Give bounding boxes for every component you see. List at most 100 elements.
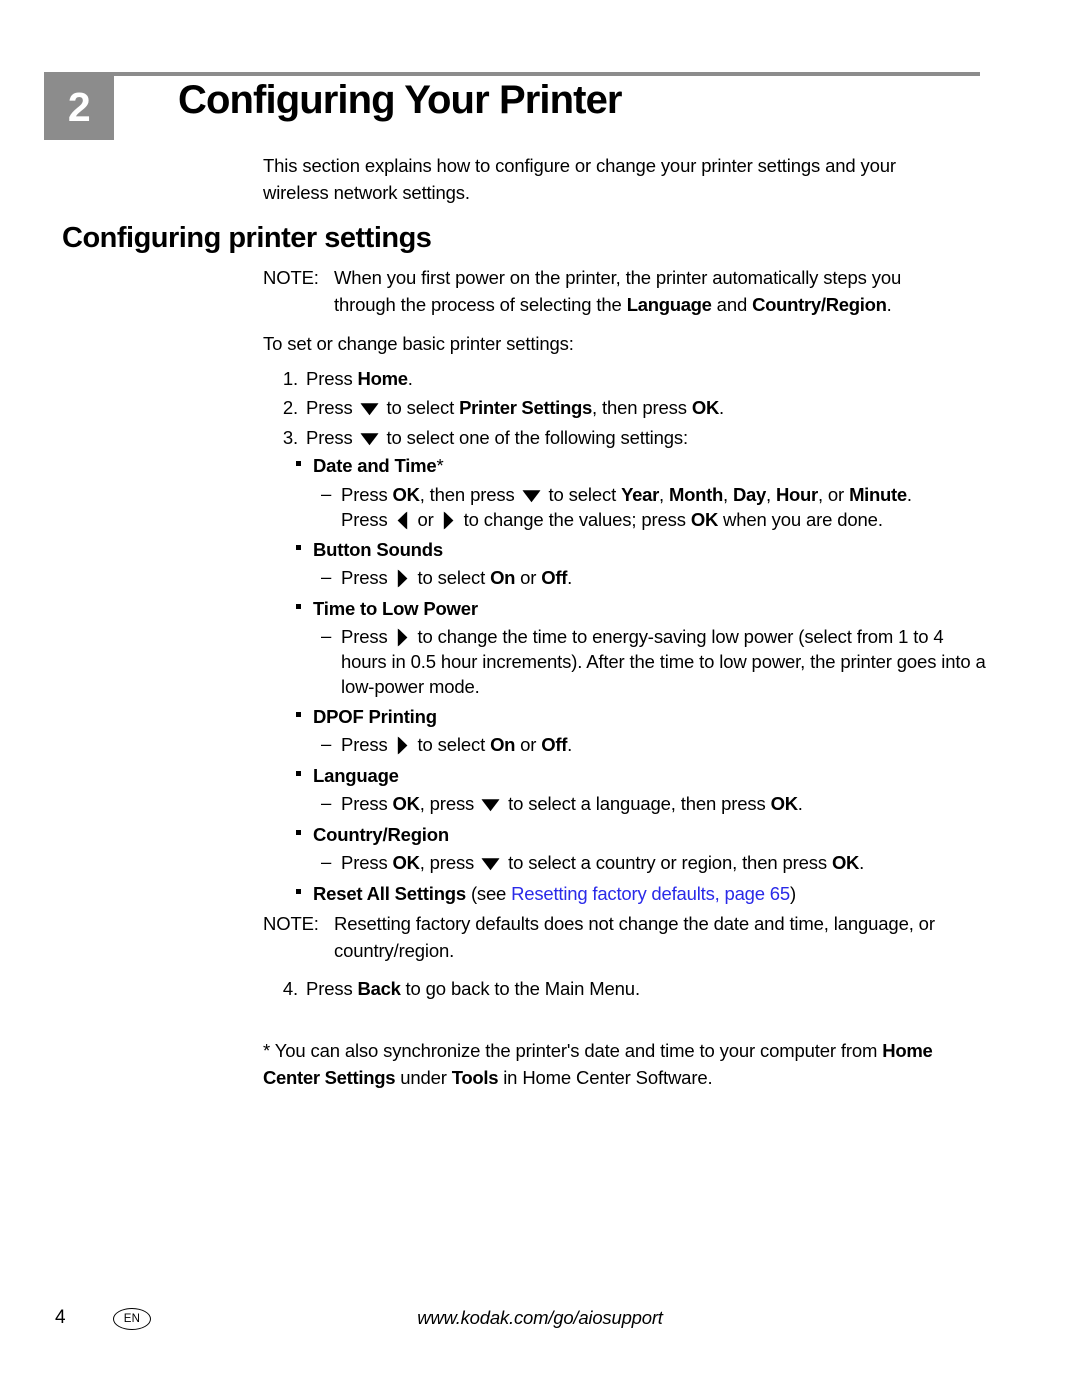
dash-marker: – <box>321 733 332 754</box>
note-text: Resetting factory defaults does not chan… <box>334 913 935 961</box>
detail-bold-ok-2: OK <box>770 793 798 814</box>
detail-button-sounds-a: Press <box>341 567 393 588</box>
detail-bold-ok: OK <box>392 852 420 873</box>
option-off: Off <box>541 734 568 755</box>
setting-dpof-printing-label: DPOF Printing <box>313 706 437 727</box>
note-text-part-2: and <box>711 294 753 315</box>
footnote-text: * You can also synchronize the printer's… <box>263 1037 983 1091</box>
detail-dpof-printing: – Press to select On or Off. <box>321 732 991 757</box>
detail-bold-ok: OK <box>392 484 420 505</box>
detail-date-line-1-a: Press <box>341 484 393 505</box>
link-resetting-factory-defaults[interactable]: Resetting factory defaults, page 65 <box>511 883 790 904</box>
step-1-number: 1. <box>282 368 298 389</box>
step-4-pre: Press <box>306 978 358 999</box>
lead-in-text: To set or change basic printer settings: <box>263 333 574 354</box>
step-3: 3. Press to select one of the following s… <box>272 423 688 452</box>
option-or: or <box>515 567 542 588</box>
detail-date-line-2-c: to change the values; press <box>458 509 691 530</box>
setting-country-region-label: Country/Region <box>313 824 449 845</box>
detail-dpof-a: Press <box>341 734 393 755</box>
setting-date-and-time: Date and Time* <box>296 452 444 479</box>
detail-date-line-2-b: or <box>412 509 439 530</box>
arrow-down-icon <box>360 402 379 416</box>
detail-language-f: . <box>797 793 803 814</box>
chapter-number: 2 <box>67 83 91 130</box>
step-1-pre: Press <box>306 368 358 389</box>
reset-pre-text: (see <box>466 883 512 904</box>
setting-time-to-low-power-label: Time to Low Power <box>313 598 478 619</box>
detail-dpof-c: . <box>567 734 573 755</box>
detail-bold-ok-2: OK <box>690 509 719 530</box>
bullet-square-icon <box>296 889 301 894</box>
option-year: Year <box>621 484 659 505</box>
arrow-down-icon <box>360 432 379 446</box>
step-3-number: 3. <box>282 427 298 448</box>
footnote-part-1: * You can also synchronize the printer's… <box>263 1040 883 1061</box>
detail-date-line-2-a: Press <box>341 509 393 530</box>
arrow-right-icon <box>443 511 454 530</box>
note-text-part-3: . <box>886 294 892 315</box>
arrow-down-icon <box>522 489 541 503</box>
step-1-bold-home: Home <box>357 368 409 389</box>
step-2-bold-printer-settings: Printer Settings <box>459 397 593 418</box>
detail-language-a: Press <box>341 793 393 814</box>
note-text: When you first power on the printer, the… <box>334 264 963 318</box>
chapter-number-box: 2 <box>44 74 114 140</box>
detail-time-low-power-a: Press <box>341 626 393 647</box>
step-2-mid: to select <box>381 397 460 418</box>
note-label: NOTE: <box>263 267 319 288</box>
detail-country-region: – Press OK, press to select a country or… <box>321 850 991 875</box>
detail-bold-ok-2: OK <box>831 852 860 873</box>
option-or: or <box>515 734 542 755</box>
setting-dpof-printing: DPOF Printing <box>296 703 437 730</box>
detail-time-low-power-b: to change the time to energy-saving low … <box>341 626 986 697</box>
step-1: 1. Press Home. <box>272 364 413 393</box>
footer-support-url[interactable]: www.kodak.com/go/aiosupport <box>0 1307 1080 1329</box>
detail-bold-ok: OK <box>392 793 420 814</box>
option-month: Month <box>668 484 723 505</box>
detail-button-sounds: – Press to select On or Off. <box>321 565 991 590</box>
arrow-right-icon <box>397 628 408 647</box>
bullet-square-icon <box>296 712 301 717</box>
detail-button-sounds-b: to select <box>412 567 491 588</box>
detail-date-line-1-d: to select <box>543 484 622 505</box>
intro-paragraph: This section explains how to configure o… <box>263 155 896 203</box>
step-2-mid2: , then press <box>592 397 692 418</box>
note-block-2: NOTE: Resetting factory defaults does no… <box>263 910 983 964</box>
detail-time-to-low-power: – Press to change the time to energy-sav… <box>321 624 989 699</box>
step-4: 4. Press Back to go back to the Main Menu… <box>272 974 640 1003</box>
option-on: On <box>490 567 516 588</box>
dash-marker: – <box>321 566 332 587</box>
footnote-bold-tools: Tools <box>451 1067 499 1088</box>
detail-language-d: to select a language, then press <box>503 793 771 814</box>
step-2-bold-ok: OK <box>691 397 720 418</box>
detail-dpof-b: to select <box>412 734 491 755</box>
option-off: Off <box>541 567 568 588</box>
page-title: Configuring Your Printer <box>178 78 622 122</box>
step-2-pre: Press <box>306 397 358 418</box>
footnote-part-2: under <box>395 1067 452 1088</box>
setting-button-sounds: Button Sounds <box>296 536 443 563</box>
page-footer: 4 EN www.kodak.com/go/aiosupport <box>0 1303 1080 1343</box>
bullet-square-icon <box>296 604 301 609</box>
note-block-1: NOTE: When you first power on the printe… <box>263 264 963 318</box>
detail-country-f: . <box>859 852 865 873</box>
arrow-left-icon <box>397 511 408 530</box>
footnote-marker: * <box>436 455 444 476</box>
setting-date-and-time-label: Date and Time <box>313 455 437 476</box>
arrow-down-icon <box>481 798 500 812</box>
step-4-bold-back: Back <box>357 978 401 999</box>
note-label: NOTE: <box>263 913 319 934</box>
bullet-square-icon <box>296 771 301 776</box>
detail-date-line-2-e: when you are done. <box>718 509 883 530</box>
detail-date-and-time: – Press OK, then press to select Year, M… <box>321 483 912 530</box>
step-3-pre: Press <box>306 427 358 448</box>
detail-language: – Press OK, press to select a language, … <box>321 791 991 816</box>
step-2: 2. Press to select Printer Settings, then… <box>272 393 724 422</box>
detail-date-line-1-c: , then press <box>419 484 520 505</box>
step-2-number: 2. <box>282 397 298 418</box>
setting-time-to-low-power: Time to Low Power <box>296 595 478 622</box>
option-minute: Minute <box>849 484 907 505</box>
chapter-header: 2 Configuring Your Printer <box>44 72 980 140</box>
section-heading: Configuring printer settings <box>62 222 432 254</box>
